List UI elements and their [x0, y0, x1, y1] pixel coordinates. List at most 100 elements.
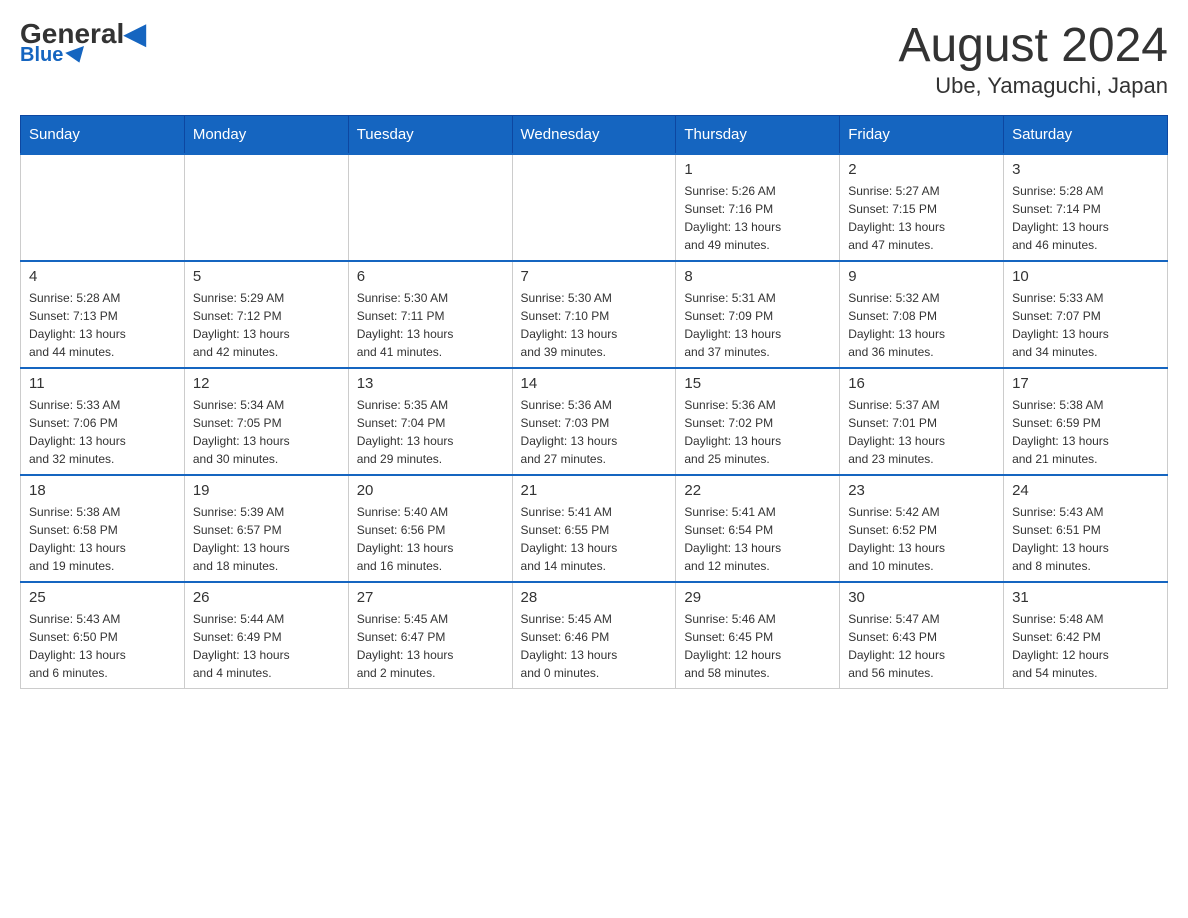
calendar-cell: 31Sunrise: 5:48 AMSunset: 6:42 PMDayligh… — [1004, 582, 1168, 689]
logo-blue: Blue — [20, 44, 87, 67]
day-info: Sunrise: 5:31 AMSunset: 7:09 PMDaylight:… — [684, 289, 831, 361]
calendar-cell: 21 Sunrise: 5:41 AMSunset: 6:55 PMDayligh… — [512, 475, 676, 582]
day-info: Sunrise: 5:26 AMSunset: 7:16 PMDaylight:… — [684, 182, 831, 254]
day-info: Sunrise: 5:36 AMSunset: 7:02 PMDaylight:… — [684, 396, 831, 468]
day-number: 29 — [684, 589, 831, 606]
day-info: Sunrise: 5:45 AMSunset: 6:46 PMDaylight:… — [521, 610, 668, 682]
title-block: August 2024 Ube, Yamaguchi, Japan — [898, 20, 1168, 99]
page-subtitle: Ube, Yamaguchi, Japan — [898, 73, 1168, 99]
day-info: Sunrise: 5:44 AMSunset: 6:49 PMDaylight:… — [193, 610, 340, 682]
calendar-cell: 28 Sunrise: 5:45 AMSunset: 6:46 PMDayligh… — [512, 582, 676, 689]
day-info: Sunrise: 5:28 AMSunset: 7:14 PMDaylight:… — [1012, 182, 1159, 254]
header-thursday: Thursday — [676, 115, 840, 154]
calendar-cell: 15 Sunrise: 5:36 AMSunset: 7:02 PMDayligh… — [676, 368, 840, 475]
calendar-cell: 20Sunrise: 5:40 AMSunset: 6:56 PMDayligh… — [348, 475, 512, 582]
day-number: 21 — [521, 482, 668, 499]
day-number: 22 — [684, 482, 831, 499]
day-info: Sunrise: 5:37 AMSunset: 7:01 PMDaylight:… — [848, 396, 995, 468]
calendar-cell: 6 Sunrise: 5:30 AMSunset: 7:11 PMDaylight… — [348, 261, 512, 368]
day-info: Sunrise: 5:36 AMSunset: 7:03 PMDaylight:… — [521, 396, 668, 468]
day-number: 28 — [521, 589, 668, 606]
day-number: 16 — [848, 375, 995, 392]
day-number: 19 — [193, 482, 340, 499]
logo-arrow-icon — [66, 46, 90, 66]
day-number: 7 — [521, 268, 668, 285]
day-info: Sunrise: 5:30 AMSunset: 7:10 PMDaylight:… — [521, 289, 668, 361]
day-info: Sunrise: 5:48 AMSunset: 6:42 PMDaylight:… — [1012, 610, 1159, 682]
calendar-cell: 30Sunrise: 5:47 AMSunset: 6:43 PMDayligh… — [840, 582, 1004, 689]
page-header: General◀ Blue August 2024 Ube, Yamaguchi… — [20, 20, 1168, 99]
day-number: 10 — [1012, 268, 1159, 285]
calendar-cell: 8 Sunrise: 5:31 AMSunset: 7:09 PMDaylight… — [676, 261, 840, 368]
calendar-week-row: 11 Sunrise: 5:33 AMSunset: 7:06 PMDayligh… — [21, 368, 1168, 475]
day-number: 6 — [357, 268, 504, 285]
calendar-cell: 19 Sunrise: 5:39 AMSunset: 6:57 PMDayligh… — [184, 475, 348, 582]
calendar-week-row: 1 Sunrise: 5:26 AMSunset: 7:16 PMDaylight… — [21, 154, 1168, 261]
day-number: 25 — [29, 589, 176, 606]
day-info: Sunrise: 5:28 AMSunset: 7:13 PMDaylight:… — [29, 289, 176, 361]
calendar-cell: 17Sunrise: 5:38 AMSunset: 6:59 PMDayligh… — [1004, 368, 1168, 475]
calendar-cell — [184, 154, 348, 261]
day-number: 20 — [357, 482, 504, 499]
calendar-cell: 18 Sunrise: 5:38 AMSunset: 6:58 PMDayligh… — [21, 475, 185, 582]
calendar-week-row: 25Sunrise: 5:43 AMSunset: 6:50 PMDayligh… — [21, 582, 1168, 689]
day-number: 18 — [29, 482, 176, 499]
day-info: Sunrise: 5:29 AMSunset: 7:12 PMDaylight:… — [193, 289, 340, 361]
calendar-cell: 1 Sunrise: 5:26 AMSunset: 7:16 PMDaylight… — [676, 154, 840, 261]
day-number: 8 — [684, 268, 831, 285]
calendar-cell: 5 Sunrise: 5:29 AMSunset: 7:12 PMDaylight… — [184, 261, 348, 368]
calendar-table: SundayMondayTuesdayWednesdayThursdayFrid… — [20, 115, 1168, 689]
day-info: Sunrise: 5:30 AMSunset: 7:11 PMDaylight:… — [357, 289, 504, 361]
calendar-cell: 10 Sunrise: 5:33 AMSunset: 7:07 PMDayligh… — [1004, 261, 1168, 368]
header-wednesday: Wednesday — [512, 115, 676, 154]
calendar-cell: 14 Sunrise: 5:36 AMSunset: 7:03 PMDayligh… — [512, 368, 676, 475]
day-number: 14 — [521, 375, 668, 392]
day-number: 1 — [684, 161, 831, 178]
calendar-cell: 3 Sunrise: 5:28 AMSunset: 7:14 PMDaylight… — [1004, 154, 1168, 261]
day-number: 9 — [848, 268, 995, 285]
day-info: Sunrise: 5:38 AMSunset: 6:58 PMDaylight:… — [29, 503, 176, 575]
calendar-cell — [512, 154, 676, 261]
day-number: 15 — [684, 375, 831, 392]
calendar-week-row: 4 Sunrise: 5:28 AMSunset: 7:13 PMDaylight… — [21, 261, 1168, 368]
calendar-cell: 26 Sunrise: 5:44 AMSunset: 6:49 PMDayligh… — [184, 582, 348, 689]
calendar-cell: 25Sunrise: 5:43 AMSunset: 6:50 PMDayligh… — [21, 582, 185, 689]
header-saturday: Saturday — [1004, 115, 1168, 154]
calendar-cell: 29Sunrise: 5:46 AMSunset: 6:45 PMDayligh… — [676, 582, 840, 689]
day-info: Sunrise: 5:34 AMSunset: 7:05 PMDaylight:… — [193, 396, 340, 468]
calendar-cell: 22 Sunrise: 5:41 AMSunset: 6:54 PMDayligh… — [676, 475, 840, 582]
day-number: 11 — [29, 375, 176, 392]
day-info: Sunrise: 5:42 AMSunset: 6:52 PMDaylight:… — [848, 503, 995, 575]
day-info: Sunrise: 5:33 AMSunset: 7:07 PMDaylight:… — [1012, 289, 1159, 361]
day-info: Sunrise: 5:41 AMSunset: 6:54 PMDaylight:… — [684, 503, 831, 575]
calendar-cell: 27Sunrise: 5:45 AMSunset: 6:47 PMDayligh… — [348, 582, 512, 689]
day-info: Sunrise: 5:41 AMSunset: 6:55 PMDaylight:… — [521, 503, 668, 575]
day-number: 23 — [848, 482, 995, 499]
day-number: 3 — [1012, 161, 1159, 178]
day-number: 4 — [29, 268, 176, 285]
header-monday: Monday — [184, 115, 348, 154]
day-number: 24 — [1012, 482, 1159, 499]
day-number: 26 — [193, 589, 340, 606]
day-number: 30 — [848, 589, 995, 606]
page-title: August 2024 — [898, 20, 1168, 73]
calendar-cell: 13Sunrise: 5:35 AMSunset: 7:04 PMDayligh… — [348, 368, 512, 475]
calendar-cell — [348, 154, 512, 261]
calendar-cell: 4 Sunrise: 5:28 AMSunset: 7:13 PMDaylight… — [21, 261, 185, 368]
calendar-cell: 2Sunrise: 5:27 AMSunset: 7:15 PMDaylight… — [840, 154, 1004, 261]
day-info: Sunrise: 5:33 AMSunset: 7:06 PMDaylight:… — [29, 396, 176, 468]
calendar-header-row: SundayMondayTuesdayWednesdayThursdayFrid… — [21, 115, 1168, 154]
calendar-cell: 23 Sunrise: 5:42 AMSunset: 6:52 PMDayligh… — [840, 475, 1004, 582]
day-number: 5 — [193, 268, 340, 285]
calendar-cell: 12 Sunrise: 5:34 AMSunset: 7:05 PMDayligh… — [184, 368, 348, 475]
day-info: Sunrise: 5:39 AMSunset: 6:57 PMDaylight:… — [193, 503, 340, 575]
calendar-cell: 24 Sunrise: 5:43 AMSunset: 6:51 PMDayligh… — [1004, 475, 1168, 582]
header-friday: Friday — [840, 115, 1004, 154]
day-info: Sunrise: 5:27 AMSunset: 7:15 PMDaylight:… — [848, 182, 995, 254]
day-number: 12 — [193, 375, 340, 392]
calendar-cell: 9Sunrise: 5:32 AMSunset: 7:08 PMDaylight… — [840, 261, 1004, 368]
day-info: Sunrise: 5:43 AMSunset: 6:51 PMDaylight:… — [1012, 503, 1159, 575]
day-number: 17 — [1012, 375, 1159, 392]
day-info: Sunrise: 5:45 AMSunset: 6:47 PMDaylight:… — [357, 610, 504, 682]
calendar-cell: 16 Sunrise: 5:37 AMSunset: 7:01 PMDayligh… — [840, 368, 1004, 475]
